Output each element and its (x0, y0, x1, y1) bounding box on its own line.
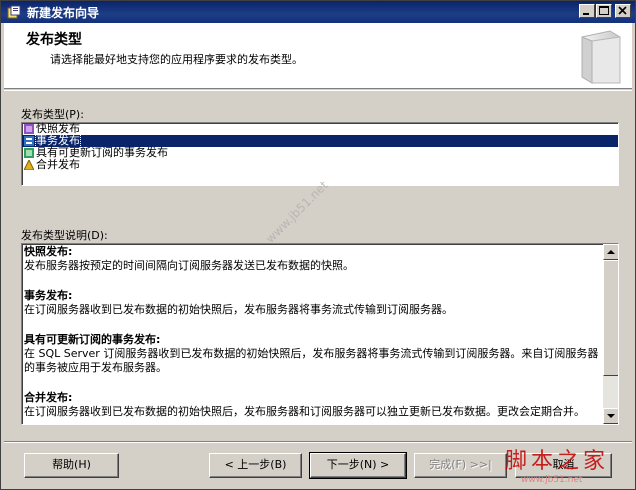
wizard-header: 发布类型 请选择能最好地支持您的应用程序要求的发布类型。 (4, 23, 632, 89)
transaction-icon (24, 136, 34, 146)
close-button[interactable] (615, 4, 631, 18)
help-button[interactable]: 帮助(H) (24, 453, 119, 478)
site-watermark-url: www.jb51.net (521, 475, 583, 485)
page-title: 发布类型 (26, 32, 82, 48)
maximize-button[interactable] (596, 4, 612, 18)
desc-section-merge: 合并发布: 在订阅服务器收到已发布数据的初始快照后，发布服务器和订阅服务器可以独… (24, 391, 585, 418)
title-bar[interactable]: 新建发布向导 (1, 1, 635, 23)
book-art-icon (581, 30, 621, 84)
merge-icon (24, 160, 34, 170)
desc-section-snapshot: 快照发布: 发布服务器按预定的时间间隔向订阅服务器发送已发布数据的快照。 (24, 245, 354, 272)
diagonal-watermark: www.jb51.net (263, 178, 331, 246)
next-button[interactable]: 下一步(N) > (309, 452, 407, 479)
description-scrollbar[interactable] (603, 244, 618, 424)
publication-type-list[interactable]: 快照发布 事务发布 具有可更新订阅的事务发布 合并发布 (21, 122, 619, 186)
site-watermark: 脚本之家 (505, 449, 610, 474)
description-label: 发布类型说明(D): (21, 229, 108, 242)
desc-section-updatable: 具有可更新订阅的事务发布: 在 SQL Server 订阅服务器收到已发布数据的… (24, 333, 599, 374)
desc-section-transactional: 事务发布: 在订阅服务器收到已发布数据的初始快照后，发布服务器将事务流式传输到订… (24, 289, 453, 316)
wizard-window: 新建发布向导 发布类型 请选择能最好地支持您的应用程序要求的发布类型。 发布类型… (0, 0, 636, 490)
scroll-down-button[interactable] (603, 408, 618, 424)
description-content: 快照发布: 发布服务器按预定的时间间隔向订阅服务器发送已发布数据的快照。 事务发… (24, 245, 602, 424)
window-title: 新建发布向导 (27, 6, 100, 20)
publication-type-label: 发布类型(P): (21, 108, 84, 121)
list-item-updatable[interactable]: 具有可更新订阅的事务发布 (22, 147, 618, 159)
scroll-thumb[interactable] (603, 260, 618, 376)
finish-button[interactable]: 完成(F) >>| (414, 453, 507, 478)
description-textbox[interactable]: 快照发布: 发布服务器按预定的时间间隔向订阅服务器发送已发布数据的快照。 事务发… (21, 243, 619, 425)
page-description: 请选择能最好地支持您的应用程序要求的发布类型。 (50, 53, 303, 66)
header-separator (4, 90, 632, 91)
minimize-icon (583, 13, 589, 15)
list-item-merge[interactable]: 合并发布 (22, 159, 618, 171)
wizard-app-icon (7, 5, 21, 19)
scroll-up-button[interactable] (603, 244, 618, 260)
arrow-up-icon (607, 250, 615, 254)
updatable-icon (24, 148, 34, 158)
maximize-icon (599, 6, 609, 15)
list-item-snapshot[interactable]: 快照发布 (22, 123, 618, 135)
close-icon (618, 6, 627, 15)
arrow-down-icon (607, 414, 615, 418)
snapshot-icon (24, 124, 34, 134)
minimize-button[interactable] (579, 4, 595, 18)
back-button[interactable]: < 上一步(B) (209, 453, 302, 478)
